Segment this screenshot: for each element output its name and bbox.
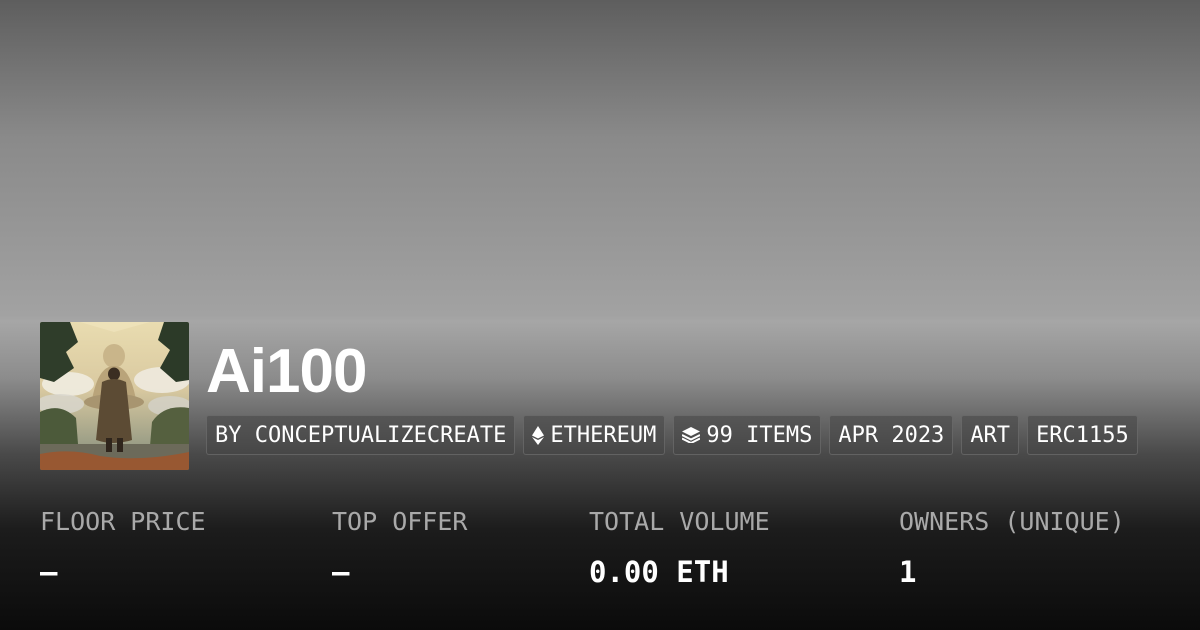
owners-value: 1 [899, 555, 917, 589]
owners-label: OWNERS (UNIQUE) [899, 507, 1125, 536]
date-label: APR 2023 [838, 422, 945, 448]
total-volume-stat: TOTAL VOLUME 0.00 ETH [589, 502, 770, 592]
collection-meta-chips: BY CONCEPTUALIZECREATE ETHEREUM 99 ITEMS… [206, 415, 1138, 455]
category-chip[interactable]: ART [961, 415, 1020, 455]
ethereum-icon [532, 425, 545, 445]
total-volume-label: TOTAL VOLUME [589, 507, 770, 536]
top-offer-value: – [332, 555, 350, 589]
layers-icon [682, 427, 701, 443]
category-label: ART [970, 422, 1011, 448]
top-offer-stat: TOP OFFER – [332, 502, 467, 592]
owners-stat: OWNERS (UNIQUE) 1 [899, 502, 1125, 592]
chain-label: ETHEREUM [550, 422, 657, 448]
collection-title: Ai100 [206, 337, 367, 406]
standard-label: ERC1155 [1036, 422, 1129, 448]
collection-avatar [40, 322, 189, 470]
total-volume-value: 0.00 ETH [589, 555, 729, 589]
date-chip: APR 2023 [829, 415, 954, 455]
floor-price-value: – [40, 555, 58, 589]
creator-label: BY CONCEPTUALIZECREATE [215, 422, 507, 448]
floor-price-stat: FLOOR PRICE – [40, 502, 206, 592]
creator-chip[interactable]: BY CONCEPTUALIZECREATE [206, 415, 516, 455]
items-label: 99 ITEMS [706, 422, 813, 448]
items-chip[interactable]: 99 ITEMS [673, 415, 822, 455]
standard-chip: ERC1155 [1027, 415, 1138, 455]
top-offer-label: TOP OFFER [332, 507, 468, 536]
floor-price-label: FLOOR PRICE [40, 507, 206, 536]
chain-chip[interactable]: ETHEREUM [523, 415, 666, 455]
